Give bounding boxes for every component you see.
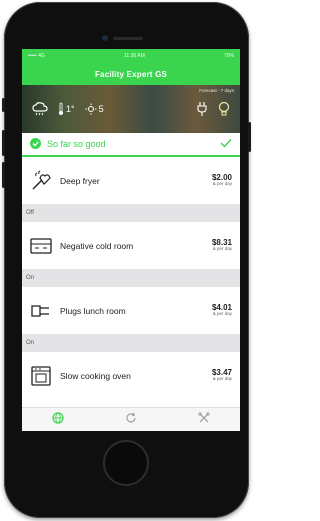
power-button	[248, 122, 251, 152]
device-period: & per day	[212, 181, 232, 187]
check-circle-icon	[30, 137, 41, 151]
hot-icon	[85, 103, 97, 115]
temperature-readout: 1°	[58, 102, 75, 116]
status-text: So far so good	[47, 139, 106, 149]
group-header: On	[22, 334, 240, 352]
cloud-rain-icon	[32, 102, 48, 116]
refresh-icon	[125, 411, 137, 429]
device-cost: $3.47 & per day	[212, 368, 232, 383]
tools-icon	[198, 411, 210, 429]
volume-down-button	[2, 162, 5, 188]
weather-panel: Forecast - 7 days 1° 5	[22, 85, 240, 133]
plug-icon	[196, 101, 208, 117]
tab-settings[interactable]	[192, 410, 216, 430]
device-period: & per day	[212, 376, 232, 382]
volume-up-button	[2, 130, 5, 156]
app-screen: ••••• 4G 11:30 AM 70% Facility Expert GS…	[22, 49, 240, 431]
tab-bar	[22, 407, 240, 431]
device-name: Plugs lunch room	[60, 305, 126, 316]
carrier-label: ••••• 4G	[28, 53, 45, 59]
group-header: On	[22, 269, 240, 287]
mute-switch	[2, 98, 5, 112]
device-name: Negative cold room	[60, 240, 134, 251]
status-banner[interactable]: So far so good	[22, 133, 240, 157]
temperature-value: 1°	[66, 104, 75, 114]
thermometer-icon	[58, 102, 64, 116]
weather-cloud[interactable]	[32, 102, 48, 116]
device-cost: $4.01 & per day	[212, 303, 232, 318]
home-button[interactable]	[103, 440, 149, 486]
bulb-icon	[218, 101, 230, 117]
device-name: Slow cooking oven	[60, 370, 131, 381]
device-period: & per day	[212, 311, 232, 317]
cold-room-icon	[30, 235, 52, 257]
device-row-deep-fryer[interactable]: Deep fryer $2.00 & per day	[22, 157, 240, 204]
tab-refresh[interactable]	[119, 410, 143, 430]
deep-fryer-icon	[30, 170, 52, 192]
device-cost: $2.00 & per day	[212, 173, 232, 188]
front-camera	[102, 35, 108, 41]
forecast-caption: Forecast - 7 days	[199, 88, 234, 93]
battery-level: 70%	[223, 53, 234, 59]
group-header: Off	[22, 204, 240, 222]
device-name: Deep fryer	[60, 175, 100, 186]
phone-frame: ••••• 4G 11:30 AM 70% Facility Expert GS…	[2, 2, 251, 518]
globe-icon	[52, 411, 64, 429]
device-row-cold-room[interactable]: Negative cold room $8.31 & per day	[22, 222, 240, 269]
page-title: Facility Expert GS	[94, 69, 168, 79]
checkmark-icon	[220, 138, 232, 150]
hot-readout: 5	[85, 103, 104, 115]
energy-button[interactable]	[196, 101, 208, 117]
clock: 11:30 AM	[124, 53, 145, 59]
device-period: & per day	[212, 246, 232, 252]
tab-dashboard[interactable]	[46, 410, 70, 430]
earpiece-speaker	[113, 37, 143, 40]
nav-bar: Facility Expert GS	[22, 63, 240, 85]
status-bar: ••••• 4G 11:30 AM 70%	[22, 49, 240, 63]
oven-icon	[30, 365, 52, 387]
lighting-button[interactable]	[218, 101, 230, 117]
plug-icon	[30, 300, 52, 322]
device-row-slow-cooking-oven[interactable]: Slow cooking oven $3.47 & per day	[22, 352, 240, 399]
device-cost: $8.31 & per day	[212, 238, 232, 253]
device-row-plugs-lunch-room[interactable]: Plugs lunch room $4.01 & per day	[22, 287, 240, 334]
hot-value: 5	[98, 104, 104, 114]
